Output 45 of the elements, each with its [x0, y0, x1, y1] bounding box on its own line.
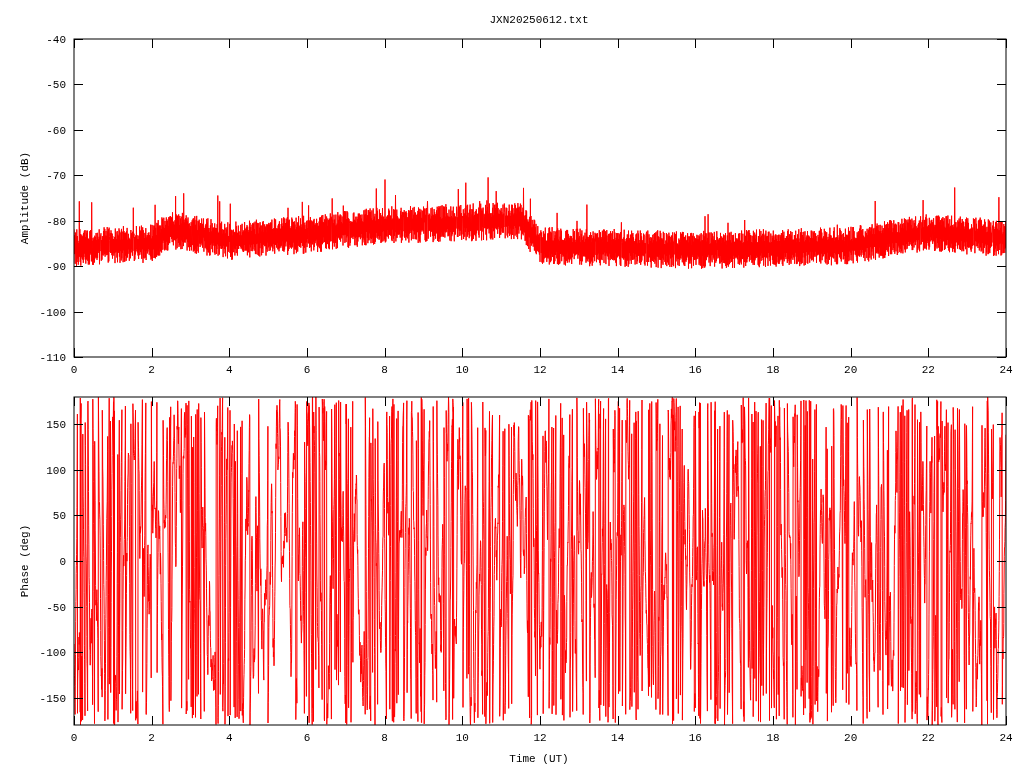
- tick-label: 0: [70, 364, 78, 376]
- tick-label: -50: [46, 601, 66, 614]
- tick-label: 10: [455, 364, 469, 376]
- tick-label: -110: [39, 352, 66, 364]
- tick-label: 16: [688, 364, 702, 376]
- tick-label: 8: [381, 732, 388, 744]
- tick-label: -90: [46, 261, 66, 274]
- tick-label: -100: [39, 647, 66, 660]
- axis-label: Amplitude (dB): [19, 151, 31, 245]
- tick-label: 20: [844, 364, 858, 376]
- tick-label: 24: [999, 364, 1013, 376]
- tick-label: -150: [39, 692, 66, 705]
- tick-label: 22: [921, 364, 935, 376]
- tick-label: 14: [611, 732, 625, 744]
- tick-label: 10: [455, 732, 469, 744]
- tick-label: 100: [46, 464, 66, 477]
- tick-label: -70: [46, 170, 66, 183]
- tick-label: -60: [46, 124, 66, 137]
- tick-label: -100: [39, 306, 66, 319]
- tick-label: 50: [52, 510, 66, 523]
- axis-label: Phase (deg): [19, 524, 31, 598]
- tick-label: 150: [46, 419, 66, 432]
- chart-title: JXN20250612.txt: [489, 14, 589, 26]
- tick-label: 20: [844, 732, 858, 744]
- tick-label: 6: [303, 364, 311, 376]
- tick-label: 12: [533, 732, 547, 744]
- tick-label: 16: [688, 732, 702, 744]
- tick-label: 24: [999, 732, 1013, 744]
- tick-label: 4: [226, 732, 233, 744]
- tick-label: -80: [46, 215, 66, 228]
- tick-label: 2: [148, 364, 155, 376]
- tick-label: 18: [766, 732, 780, 744]
- tick-label: 22: [921, 732, 935, 744]
- tick-label: 12: [533, 364, 547, 376]
- tick-label: 18: [766, 364, 780, 376]
- tick-label: 0: [70, 732, 78, 744]
- tick-label: -50: [46, 79, 66, 92]
- tick-label: 14: [611, 364, 625, 376]
- tick-label: 0: [59, 556, 66, 568]
- tick-label: 2: [148, 732, 155, 744]
- tick-label: 6: [303, 732, 311, 744]
- tick-label: 4: [226, 364, 233, 376]
- tick-label: -40: [46, 34, 66, 46]
- tick-label: 8: [381, 364, 388, 376]
- axis-label: Time (UT): [509, 753, 569, 765]
